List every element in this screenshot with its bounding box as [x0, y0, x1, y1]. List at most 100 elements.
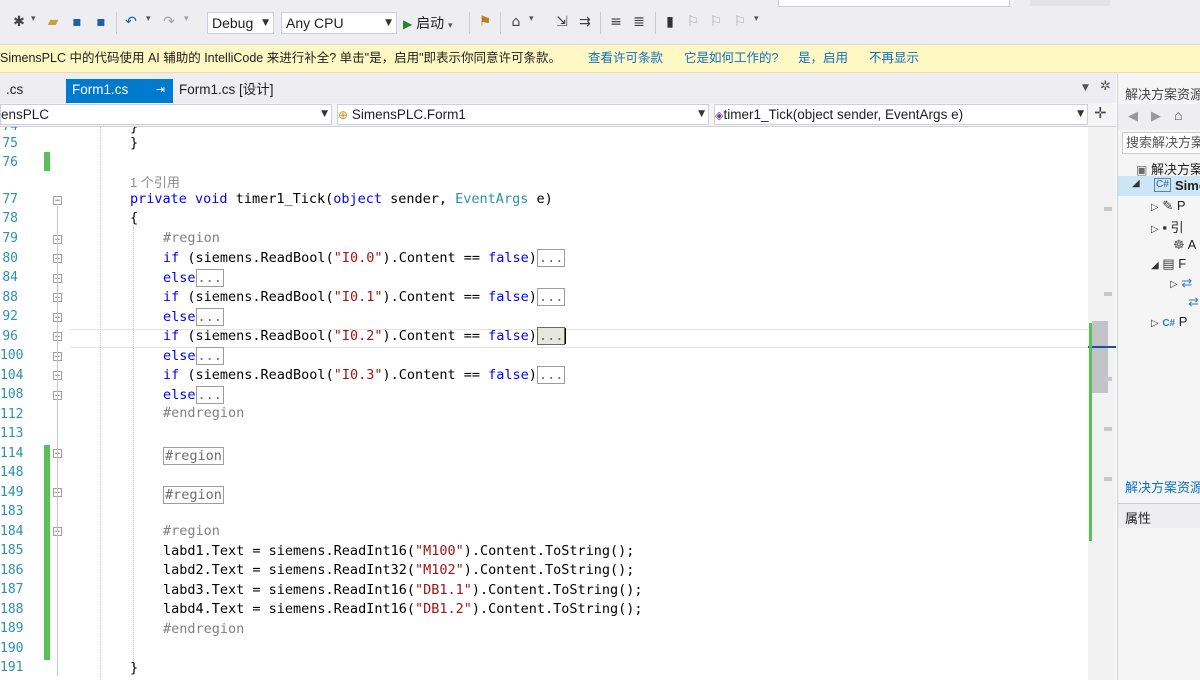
vertical-scrollbar[interactable] [1088, 127, 1116, 680]
start-button[interactable]: ▶ 启动 ▾ [403, 12, 453, 34]
code-token: ).Content == [382, 367, 489, 383]
chevron-down-icon: ▼ [262, 18, 269, 28]
collapsed-block[interactable]: ... [195, 269, 224, 287]
tree-item-project[interactable]: ◢ C# Simen [1118, 176, 1200, 196]
tree-item-label: P [1178, 314, 1188, 329]
prev-bookmark-icon[interactable]: ⚐ [684, 13, 702, 31]
title-button[interactable] [1030, 0, 1110, 6]
split-window-icon[interactable]: ✛ [1094, 104, 1107, 122]
code-token: (siemens.ReadBool( [179, 250, 334, 266]
code-line: else... [163, 308, 224, 326]
redo-icon[interactable]: ↷ [160, 13, 178, 31]
step-over-icon[interactable]: ⇉ [576, 13, 594, 31]
codelens-references[interactable]: 1 个引用 [130, 172, 180, 191]
collapsed-block[interactable]: ... [536, 249, 566, 267]
code-line: else... [163, 347, 224, 365]
solution-toolbar: ◀ ▶ ⌂ [1118, 104, 1200, 130]
tree-item-app[interactable]: ☸ A [1173, 237, 1196, 253]
collapsed-block[interactable]: ... [195, 308, 224, 326]
home-icon[interactable]: ⌂ [1174, 107, 1182, 123]
save-all-icon[interactable]: ▪ [92, 13, 110, 31]
collapsed-region[interactable]: #region [163, 486, 224, 504]
code-token: ).Content == [382, 328, 489, 344]
tab-form1-design[interactable]: Form1.cs [设计] [173, 79, 280, 103]
redo-dropdown-caret[interactable]: ▾ [184, 14, 189, 24]
code-token: ).Content == [382, 289, 489, 305]
collapsed-block-selected[interactable]: ... [536, 327, 566, 345]
tree-item-form-child[interactable]: ▷ ⇄ [1170, 275, 1192, 291]
line-number: 78 [2, 211, 18, 226]
enable-link[interactable]: 是，启用 [798, 45, 848, 72]
toolbar-overflow-caret[interactable]: ▾ [754, 14, 759, 24]
back-icon[interactable]: ◀ [1128, 108, 1138, 124]
string-token: "I0.2" [333, 328, 383, 344]
properties-header: 属性 [1118, 503, 1200, 528]
project-dropdown[interactable]: ensPLC ▼ [0, 104, 332, 125]
tree-item-label: Simen [1175, 178, 1200, 193]
forward-icon[interactable]: ▶ [1151, 108, 1161, 124]
solution-platform-select[interactable]: Any CPU ▼ [281, 12, 397, 34]
new-project-icon[interactable]: ✱ [10, 13, 28, 31]
class-dropdown[interactable]: ⊕ SimensPLC.Form1 ▼ [337, 104, 709, 125]
collapsed-arrow-icon: ▷ [1151, 318, 1159, 329]
never-show-link[interactable]: 不再显示 [869, 45, 919, 72]
open-folder-icon[interactable]: ▰ [44, 13, 62, 31]
expanded-arrow-icon: ◢ [1132, 178, 1140, 189]
pin-icon[interactable]: ⇥ [156, 79, 165, 101]
code-line: { [130, 210, 138, 226]
collapsed-block[interactable]: ... [536, 288, 566, 306]
tab-cs[interactable]: .cs [0, 79, 29, 103]
comment-lines-icon[interactable]: ≡ [607, 13, 625, 31]
tree-item-references[interactable]: ▷ ▪ 引 [1151, 217, 1184, 236]
chevron-down-icon: ▼ [385, 18, 392, 28]
how-it-works-link[interactable]: 它是如何工作的? [684, 45, 778, 72]
code-token: ).Content.ToString(); [471, 582, 643, 598]
home-window-icon[interactable]: ⌂ [507, 13, 525, 31]
save-icon[interactable]: ▪ [68, 13, 86, 31]
collapse-toggle[interactable]: − [53, 196, 62, 206]
code-token: sender, [382, 191, 456, 207]
tab-label: Form1.cs [设计] [179, 82, 274, 97]
next-bookmark-icon[interactable]: ⚐ [707, 13, 725, 31]
solution-search-input[interactable]: 搜索解决方案 [1122, 132, 1200, 154]
quick-launch-input[interactable] [778, 0, 1010, 7]
line-number: 149 [0, 485, 24, 500]
view-license-link[interactable]: 查看许可条款 [588, 45, 663, 72]
browser-link-icon[interactable]: ⚑ [476, 13, 494, 31]
chevron-down-icon: ▼ [1077, 109, 1084, 119]
clear-bookmarks-icon[interactable]: ⚐ [731, 13, 749, 31]
settings-gear-icon[interactable]: ✲ [1100, 79, 1111, 94]
solution-platform-value: Any CPU [286, 15, 344, 31]
code-editor[interactable]: 74 75 76 77 78 79 80 84 88 92 96 100 104… [0, 127, 1088, 680]
code-token: (siemens.ReadBool( [179, 367, 334, 383]
scrollbar-thumb[interactable] [1092, 321, 1108, 393]
tree-item-form-designer[interactable]: ⇄ [1188, 294, 1199, 310]
window-dropdown-caret[interactable]: ▾ [529, 14, 534, 24]
line-number: 96 [2, 329, 18, 344]
bookmark-icon[interactable]: ▮ [661, 13, 679, 31]
tab-form1-cs[interactable]: Form1.cs ⇥ [66, 79, 173, 103]
csharp-file-icon: C# [1162, 318, 1176, 329]
tree-item-program[interactable]: ▷ C# P [1151, 314, 1187, 329]
solution-explorer-tab[interactable]: 解决方案资源 [1125, 477, 1200, 496]
collapsed-block[interactable]: ... [536, 366, 566, 384]
code-token: labd4.Text = siemens.ReadInt16( [163, 601, 415, 617]
member-dropdown[interactable]: ◈timer1_Tick(object sender, EventArgs e)… [714, 104, 1088, 125]
new-dropdown-caret[interactable]: ▾ [31, 14, 36, 24]
tree-item-label: 解决方案 [1150, 162, 1200, 177]
undo-icon[interactable]: ↶ [122, 13, 140, 31]
collapsed-region[interactable]: #region [163, 447, 224, 465]
collapsed-block[interactable]: ... [195, 347, 224, 365]
line-number: 75 [2, 136, 18, 151]
change-marker [44, 152, 50, 171]
solution-config-select[interactable]: Debug ▼ [207, 12, 274, 34]
collapsed-block[interactable]: ... [195, 386, 224, 404]
step-into-icon[interactable]: ⇲ [553, 13, 571, 31]
line-number: 112 [0, 407, 24, 422]
undo-dropdown-caret[interactable]: ▾ [146, 14, 151, 24]
tree-item-properties[interactable]: ▷ ✎ P [1151, 198, 1186, 214]
class-icon: ⊕ [338, 108, 349, 122]
tree-item-form[interactable]: ◢ ▤ F [1151, 256, 1186, 272]
uncomment-lines-icon[interactable]: ≣ [630, 13, 648, 31]
tab-overflow-icon[interactable]: ▼ [1082, 83, 1089, 93]
